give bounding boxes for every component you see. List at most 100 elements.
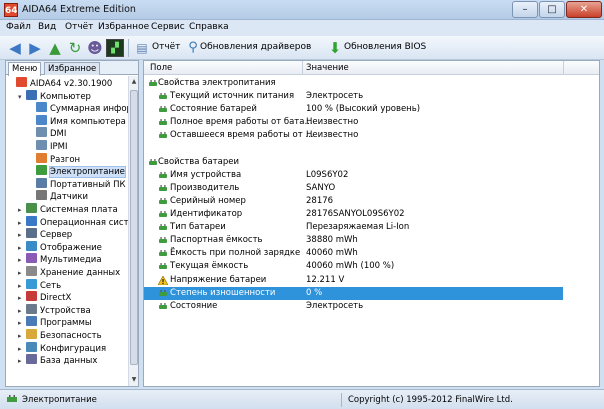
- field-value: 0 %: [306, 287, 323, 298]
- power-plug-icon: [159, 263, 167, 270]
- scroll-down-icon[interactable]: ▼: [129, 374, 139, 386]
- section-header-row[interactable]: Свойства батареи: [144, 156, 599, 169]
- field-value: Неизвестно: [306, 117, 359, 128]
- tree-item[interactable]: ▸Операционная систем: [18, 215, 128, 229]
- table-row[interactable]: Паспортная ёмкость 38880 mWh: [144, 234, 599, 247]
- table-row[interactable]: Серийный номер 28176: [144, 195, 599, 208]
- status-bar: Электропитание Copyright (c) 1995-2012 F…: [0, 389, 604, 409]
- tree-node-icon: [26, 228, 37, 239]
- tree-item[interactable]: Суммарная инфор: [28, 102, 128, 115]
- field-name: Свойства батареи: [158, 156, 239, 167]
- navigation-panel: Меню Избранное AIDA64 v2.30.1900 ▾ Компьют…: [5, 60, 139, 387]
- table-row[interactable]: Текущий источник питания Электросеть: [144, 90, 599, 103]
- tree-item-label: Программы: [40, 318, 92, 329]
- field-name: Производитель: [170, 182, 240, 193]
- report-icon[interactable]: ▤: [133, 39, 151, 57]
- column-value-header[interactable]: Значение: [306, 63, 349, 73]
- expand-toggle-icon[interactable]: ▸: [18, 355, 26, 368]
- tree-item-label: AIDA64 v2.30.1900: [30, 79, 113, 89]
- menu-help[interactable]: Справка: [189, 22, 229, 32]
- menu-service[interactable]: Сервис: [151, 22, 185, 32]
- table-row[interactable]: Напряжение батареи 12.211 V: [144, 274, 599, 287]
- tree-item[interactable]: ▸ Мультимедиа: [18, 253, 102, 266]
- tree-node-icon: [26, 316, 37, 327]
- tree-item[interactable]: ▸ Программы: [18, 316, 92, 329]
- tree-node-icon: [26, 354, 37, 365]
- bios-updates-button[interactable]: Обновления BIOS: [344, 42, 426, 52]
- menu-favorites[interactable]: Избранное: [98, 22, 149, 32]
- tree-item[interactable]: ▸ Устройства: [18, 303, 91, 317]
- tree-scrollbar[interactable]: ▲ ▼: [128, 76, 138, 386]
- report-button[interactable]: Отчёт: [152, 42, 180, 52]
- refresh-icon[interactable]: ↻: [66, 39, 84, 57]
- tree-item[interactable]: ▸ Безопасность: [18, 329, 102, 342]
- close-button[interactable]: ✕: [566, 1, 602, 18]
- tree-item[interactable]: IPMI: [28, 140, 67, 153]
- toolbar-separator: [128, 39, 129, 57]
- driver-updates-button[interactable]: Обновления драйверов: [200, 42, 311, 52]
- tree-item[interactable]: ▸ Сеть: [18, 278, 61, 292]
- tree-item[interactable]: ▸ Конфигурация: [18, 341, 106, 355]
- tree-item[interactable]: DMI: [28, 127, 66, 140]
- table-row[interactable]: Идентификатор 28176SANYOL09S6Y02: [144, 208, 599, 221]
- download-arrow-icon[interactable]: ⬇: [326, 39, 344, 57]
- tree-item[interactable]: Электропитание: [28, 165, 126, 179]
- tree-item[interactable]: Имя компьютера: [28, 114, 126, 128]
- menu-file[interactable]: Файл: [6, 22, 31, 32]
- tree-item[interactable]: ▸ DirectX: [18, 291, 71, 304]
- tree-item[interactable]: ▸ Системная плата: [18, 203, 118, 216]
- power-plug-icon: [159, 224, 167, 231]
- column-field-header[interactable]: Поле: [150, 63, 172, 73]
- tree-item-label: Отображение: [40, 242, 102, 253]
- tab-menu[interactable]: Меню: [8, 62, 42, 76]
- tree-item[interactable]: ▾ Компьютер: [18, 89, 91, 104]
- power-plug-icon: [159, 119, 167, 126]
- back-arrow-icon[interactable]: ◀: [6, 39, 24, 57]
- section-header-row[interactable]: Свойства электропитания: [144, 77, 599, 90]
- tree-item-label: Мультимедиа: [40, 255, 102, 266]
- status-copyright: Copyright (c) 1995-2012 FinalWire Ltd.: [348, 395, 513, 405]
- power-plug-icon: [159, 106, 167, 113]
- table-row[interactable]: Полное время работы от бата... Неизвестно: [144, 116, 599, 129]
- table-row[interactable]: Степень изношенности 0 %: [144, 286, 563, 300]
- tree-item[interactable]: Датчики: [28, 190, 88, 203]
- table-row[interactable]: Состояние батарей 100 % (Высокий уровень): [144, 103, 599, 116]
- menu-view[interactable]: Вид: [38, 22, 56, 32]
- power-plug-icon: [159, 289, 167, 296]
- table-row[interactable]: Производитель SANYO: [144, 182, 599, 195]
- table-row[interactable]: Оставшееся время работы от ... Неизвестно: [144, 129, 599, 142]
- tree-node-icon: [26, 329, 37, 339]
- users-icon[interactable]: ☻: [86, 39, 104, 57]
- power-plug-icon: [159, 250, 167, 257]
- table-row[interactable]: Имя устройства L09S6Y02: [144, 169, 599, 182]
- up-arrow-icon[interactable]: ▲: [46, 39, 64, 57]
- power-plug-icon: [159, 302, 167, 309]
- tree-item[interactable]: ▸ Отображение: [18, 240, 102, 254]
- tree-item[interactable]: ▸ Сервер: [18, 228, 72, 241]
- field-name: Текущий источник питания: [170, 91, 295, 102]
- tree-item[interactable]: AIDA64 v2.30.1900: [8, 77, 112, 90]
- field-value: 40060 mWh: [306, 248, 358, 259]
- tree-node-icon: [26, 278, 37, 289]
- tree-item[interactable]: Портативный ПК: [28, 177, 126, 191]
- tree-item[interactable]: ▸ База данных: [18, 354, 97, 367]
- field-name: Текущая ёмкость: [170, 261, 249, 272]
- table-row[interactable]: Тип батареи Перезаряжаемая Li-Ion: [144, 221, 599, 234]
- expand-toggle-icon[interactable]: ▾: [18, 91, 26, 104]
- table-row[interactable]: Текущая ёмкость 40060 mWh (100 %): [144, 260, 599, 273]
- tab-favorites[interactable]: Избранное: [44, 62, 101, 75]
- tree-item[interactable]: Разгон: [28, 152, 80, 166]
- scrollbar-thumb[interactable]: [130, 90, 138, 365]
- maximize-button[interactable]: □: [539, 1, 565, 18]
- table-row[interactable]: Ёмкость при полной зарядке 40060 mWh: [144, 247, 599, 260]
- tree-item-label: IPMI: [50, 142, 68, 152]
- power-plug-icon: [149, 158, 157, 165]
- menu-report[interactable]: Отчёт: [65, 22, 93, 32]
- window-title: AIDA64 Extreme Edition: [22, 4, 136, 15]
- forward-arrow-icon[interactable]: ▶: [26, 39, 44, 57]
- table-row[interactable]: Состояние Электросеть: [144, 300, 599, 313]
- scroll-up-icon[interactable]: ▲: [129, 76, 139, 88]
- tree-item[interactable]: ▸ Хранение данных: [18, 266, 120, 279]
- monitor-chart-icon[interactable]: ▞: [106, 39, 124, 57]
- minimize-button[interactable]: –: [512, 1, 538, 18]
